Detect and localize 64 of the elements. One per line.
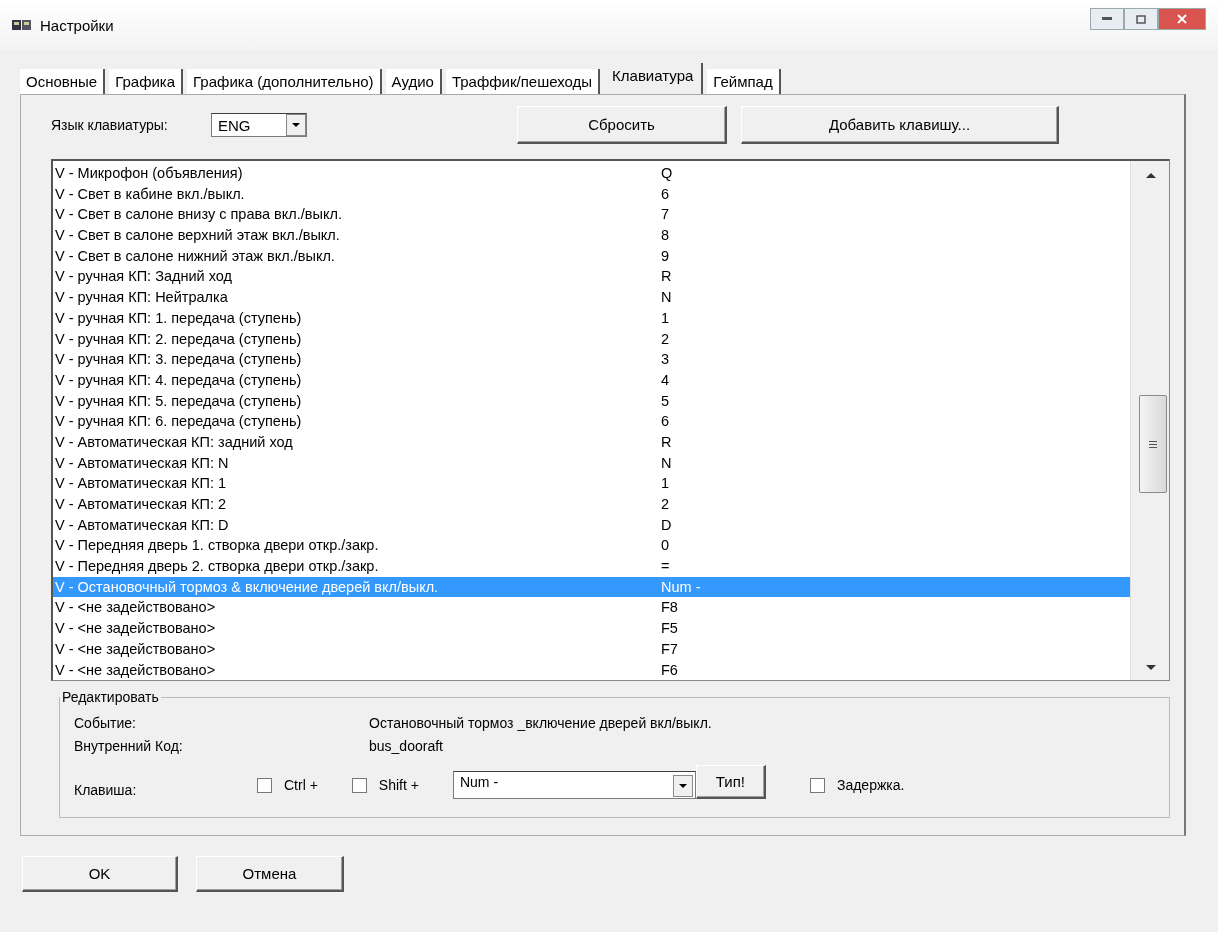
scroll-up-icon[interactable] bbox=[1146, 173, 1156, 178]
list-row[interactable]: V - <не задействовано> F6 bbox=[53, 659, 1130, 681]
checkbox[interactable] bbox=[351, 777, 367, 793]
list-row[interactable]: V - ручная КП: 1. передача (ступень) 1 bbox=[53, 307, 1130, 329]
maximize-icon bbox=[1136, 14, 1146, 24]
minimize-icon bbox=[1102, 17, 1112, 21]
list-row[interactable]: V - Микрофон (объявления) Q bbox=[53, 163, 1130, 184]
ok-button[interactable]: OK bbox=[22, 856, 178, 892]
list-row[interactable]: V - Автоматическая КП: задний ход R bbox=[53, 431, 1130, 453]
event-label: Событие: bbox=[74, 714, 137, 731]
checkbox[interactable] bbox=[809, 777, 825, 793]
scroll-down-icon[interactable] bbox=[1146, 665, 1156, 670]
tab[interactable]: Геймпад bbox=[707, 69, 781, 94]
dropdown-arrow-icon bbox=[292, 123, 300, 127]
reset-button[interactable]: Сбросить bbox=[517, 106, 727, 144]
list-row[interactable]: V - Автоматическая КП: D D bbox=[53, 514, 1130, 536]
list-row[interactable]: V - Автоматическая КП: 1 1 bbox=[53, 473, 1130, 494]
list-row[interactable]: V - Автоматическая КП: N N bbox=[53, 452, 1130, 474]
list-row[interactable]: V - Свет в салоне нижний этаж вкл./выкл. 9 bbox=[53, 245, 1130, 267]
dropdown-arrow-icon bbox=[678, 784, 687, 788]
key-dropdown[interactable]: Num - bbox=[452, 771, 696, 799]
ctrl-checkbox[interactable]: Ctrl + bbox=[257, 777, 318, 793]
maximize-button[interactable] bbox=[1124, 8, 1158, 30]
event-value: Остановочный тормоз _включение дверей вкл/выкл. bbox=[369, 714, 713, 731]
code-label: Внутренний Код: bbox=[74, 737, 184, 754]
list-row[interactable]: V - ручная КП: 3. передача (ступень) 3 bbox=[53, 349, 1130, 370]
delay-checkbox[interactable]: Задержка. bbox=[809, 777, 905, 793]
list-row[interactable]: V - Передняя дверь 1. створка двери откр./закр. 0 bbox=[53, 535, 1130, 557]
cancel-button[interactable]: Отмена bbox=[196, 856, 344, 892]
list-row[interactable]: V - ручная КП: Нейтралка N bbox=[53, 287, 1130, 308]
tab[interactable]: Аудио bbox=[385, 69, 442, 94]
list-row[interactable]: V - Автоматическая КП: 2 2 bbox=[53, 494, 1130, 515]
list-row[interactable]: V - Свет в кабине вкл./выкл. 6 bbox=[53, 183, 1130, 205]
checkbox[interactable] bbox=[257, 777, 272, 793]
list-row[interactable]: V - ручная КП: 4. передача (ступень) 4 bbox=[53, 369, 1130, 391]
tab[interactable]: Графика bbox=[109, 69, 184, 94]
scroll-thumb[interactable] bbox=[1139, 395, 1167, 493]
list-row[interactable]: V - <не задействовано> F8 bbox=[53, 597, 1130, 619]
list-row[interactable]: V - ручная КП: Задний ход R bbox=[53, 266, 1130, 288]
close-icon bbox=[1177, 14, 1187, 24]
tab[interactable]: Графика (дополнительно) bbox=[187, 69, 382, 94]
add-key-button[interactable]: Добавить клавишу... bbox=[741, 106, 1059, 144]
list-row[interactable]: V - ручная КП: 6. передача (ступень) 6 bbox=[53, 411, 1130, 432]
close-button[interactable] bbox=[1158, 8, 1206, 30]
list-row[interactable]: V - ручная КП: 5. передача (ступень) 5 bbox=[53, 390, 1130, 412]
key-label: Клавиша: bbox=[74, 782, 138, 798]
scrollbar[interactable] bbox=[1130, 161, 1169, 680]
list-row[interactable]: V - <не задействовано> F5 bbox=[53, 618, 1130, 639]
app-icon bbox=[12, 18, 32, 32]
list-row[interactable]: V - ручная КП: 2. передача (ступень) 2 bbox=[53, 328, 1130, 350]
keyboard-language-label: Язык клавиатуры: bbox=[51, 117, 169, 133]
list-row[interactable]: V - Свет в салоне верхний этаж вкл./выкл. 8 bbox=[53, 225, 1130, 246]
shift-checkbox[interactable]: Shift + bbox=[351, 777, 419, 793]
minimize-button[interactable] bbox=[1090, 8, 1124, 30]
code-value: bus_dooraft bbox=[369, 737, 444, 754]
window-title: Настройки bbox=[40, 16, 114, 34]
language-dropdown[interactable]: ENG bbox=[211, 113, 307, 137]
tab[interactable]: Основные bbox=[20, 69, 106, 94]
group-title: Редактировать bbox=[61, 689, 160, 705]
list-row[interactable]: V - Свет в салоне внизу с права вкл./выкл. 7 bbox=[53, 204, 1130, 226]
list-row[interactable]: V - Передняя дверь 2. створка двери откр./закр. = bbox=[53, 556, 1130, 577]
list-row[interactable]: V - <не задействовано> F7 bbox=[53, 638, 1130, 660]
type-button[interactable]: Тип! bbox=[695, 765, 766, 799]
tab[interactable]: Траффик/пешеходы bbox=[445, 69, 601, 94]
